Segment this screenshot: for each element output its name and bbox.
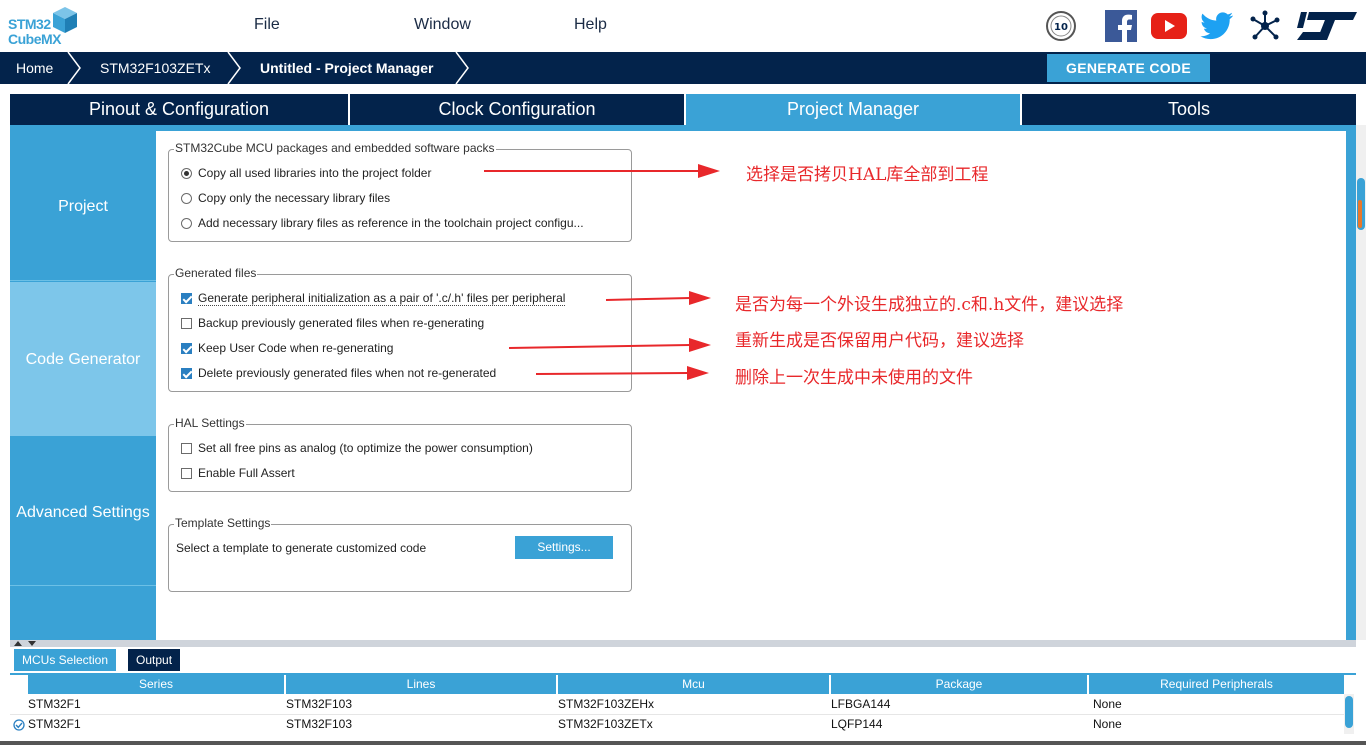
annotation-arrows: [484, 164, 720, 380]
column-header-series[interactable]: Series: [28, 675, 284, 694]
tab-output[interactable]: Output: [128, 649, 181, 671]
selected-check-icon: [13, 719, 25, 731]
cell-mcu[interactable]: STM32F103ZETx: [556, 715, 653, 734]
cell-mcu[interactable]: STM32F103ZEHx: [556, 695, 654, 714]
annotation-copy-hal: 选择是否拷贝HAL库全部到工程: [746, 165, 989, 185]
panel-splitter[interactable]: [10, 640, 1356, 647]
cell-required-peripherals[interactable]: None: [1091, 715, 1122, 734]
column-header-lines[interactable]: Lines: [286, 675, 556, 694]
bottom-tabs: MCUs Selection Output: [10, 649, 1356, 671]
annotation-per-peripheral: 是否为每一个外设生成独立的.c和.h文件，建议选择: [735, 295, 1124, 315]
cell-package[interactable]: LFBGA144: [829, 695, 890, 714]
cell-series[interactable]: STM32F1: [26, 695, 81, 714]
cell-package[interactable]: LQFP144: [829, 715, 882, 734]
annotation-delete-unused: 删除上一次生成中未使用的文件: [735, 368, 973, 388]
tab-mcus-selection[interactable]: MCUs Selection: [14, 649, 117, 671]
row-divider: [10, 714, 1346, 715]
collapse-arrows-icon[interactable]: [12, 640, 42, 647]
column-header-required-peripherals[interactable]: Required Peripherals: [1089, 675, 1344, 694]
cell-series[interactable]: STM32F1: [26, 715, 81, 734]
cell-required-peripherals[interactable]: None: [1091, 695, 1122, 714]
column-header-mcu[interactable]: Mcu: [558, 675, 829, 694]
column-header-package[interactable]: Package: [831, 675, 1087, 694]
window-bottom-edge: [0, 741, 1366, 745]
cell-lines[interactable]: STM32F103: [284, 715, 352, 734]
table-scrollbar-thumb[interactable]: [1345, 696, 1353, 728]
cell-lines[interactable]: STM32F103: [284, 695, 352, 714]
scroll-position-marker: [1358, 200, 1362, 228]
annotation-keep-user-code: 重新生成是否保留用户代码，建议选择: [735, 331, 1024, 351]
